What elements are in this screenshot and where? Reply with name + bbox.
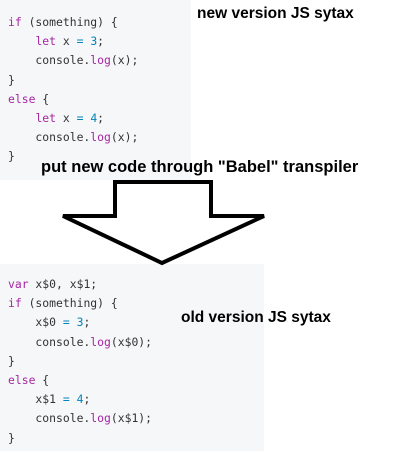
- code-token: log: [90, 53, 111, 68]
- code-line: else {: [8, 374, 49, 387]
- code-token: var: [8, 277, 29, 291]
- code-line: x$0 = 3;: [8, 316, 90, 329]
- code-token: console.: [8, 334, 91, 349]
- code-line: console.log(x);: [8, 54, 138, 67]
- code-token: }: [8, 72, 15, 87]
- code-token: x$1: [8, 392, 63, 407]
- code-line: }: [8, 72, 15, 87]
- code-token: console.: [8, 53, 91, 68]
- code-line: x$1 = 4;: [8, 393, 90, 406]
- code-token: (something) {: [21, 15, 118, 29]
- code-token: =: [62, 392, 70, 407]
- code-token: log: [90, 130, 111, 145]
- code-token: let: [35, 111, 57, 125]
- code-token: (x$0);: [110, 334, 153, 349]
- code-token: }: [8, 149, 15, 164]
- code-token: console.: [8, 411, 91, 426]
- code-token: x$0, x$1;: [28, 277, 98, 291]
- code-line: if (something) {: [8, 297, 118, 310]
- code-line: }: [8, 430, 15, 445]
- code-token: x$0: [8, 315, 63, 330]
- code-line: console.log(x);: [8, 131, 138, 144]
- code-line: if (something) {: [8, 16, 118, 29]
- code-line: let x = 4;: [8, 112, 104, 125]
- code-line: console.log(x$1);: [8, 412, 152, 425]
- new-version-label: new version JS sytax: [197, 5, 354, 22]
- code-token: if: [8, 296, 22, 311]
- code-token: else: [8, 373, 36, 387]
- code-token: ;: [97, 111, 105, 125]
- code-token: ;: [83, 392, 91, 407]
- code-token: console.: [8, 130, 91, 145]
- code-line: console.log(x$0);: [8, 334, 153, 349]
- code-token: ;: [97, 34, 105, 49]
- code-token: (x);: [110, 53, 139, 68]
- down-arrow-icon: [62, 180, 265, 266]
- old-code-block: var x$0, x$1; if (something) { x$0 = 3; c…: [0, 264, 264, 451]
- code-token: else: [8, 91, 36, 106]
- code-token: log: [90, 334, 111, 349]
- code-token: if: [8, 15, 22, 29]
- code-token: }: [8, 430, 15, 445]
- code-token: ;: [83, 315, 91, 330]
- code-token: {: [35, 91, 50, 106]
- code-token: let: [35, 34, 57, 49]
- code-line: var x$0, x$1;: [8, 278, 97, 291]
- code-token: x: [56, 111, 77, 125]
- new-code-block: if (something) { let x = 3; console.log(…: [0, 0, 191, 180]
- code-token: {: [35, 373, 50, 387]
- code-line: }: [8, 353, 15, 368]
- code-token: x: [56, 34, 77, 49]
- code-line: else {: [8, 91, 50, 106]
- code-token: (x);: [110, 130, 139, 145]
- code-line: let x = 3;: [8, 35, 104, 48]
- code-token: }: [8, 353, 15, 368]
- code-token: (something) {: [21, 296, 118, 311]
- old-version-label: old version JS sytax: [181, 309, 331, 326]
- code-token: log: [90, 411, 111, 426]
- code-token: (x$1);: [110, 411, 153, 426]
- code-token: =: [62, 315, 70, 330]
- transpile-note: put new code through "Babel" transpiler: [41, 158, 359, 176]
- code-line: }: [8, 150, 15, 163]
- down-arrow-shape: [62, 180, 265, 266]
